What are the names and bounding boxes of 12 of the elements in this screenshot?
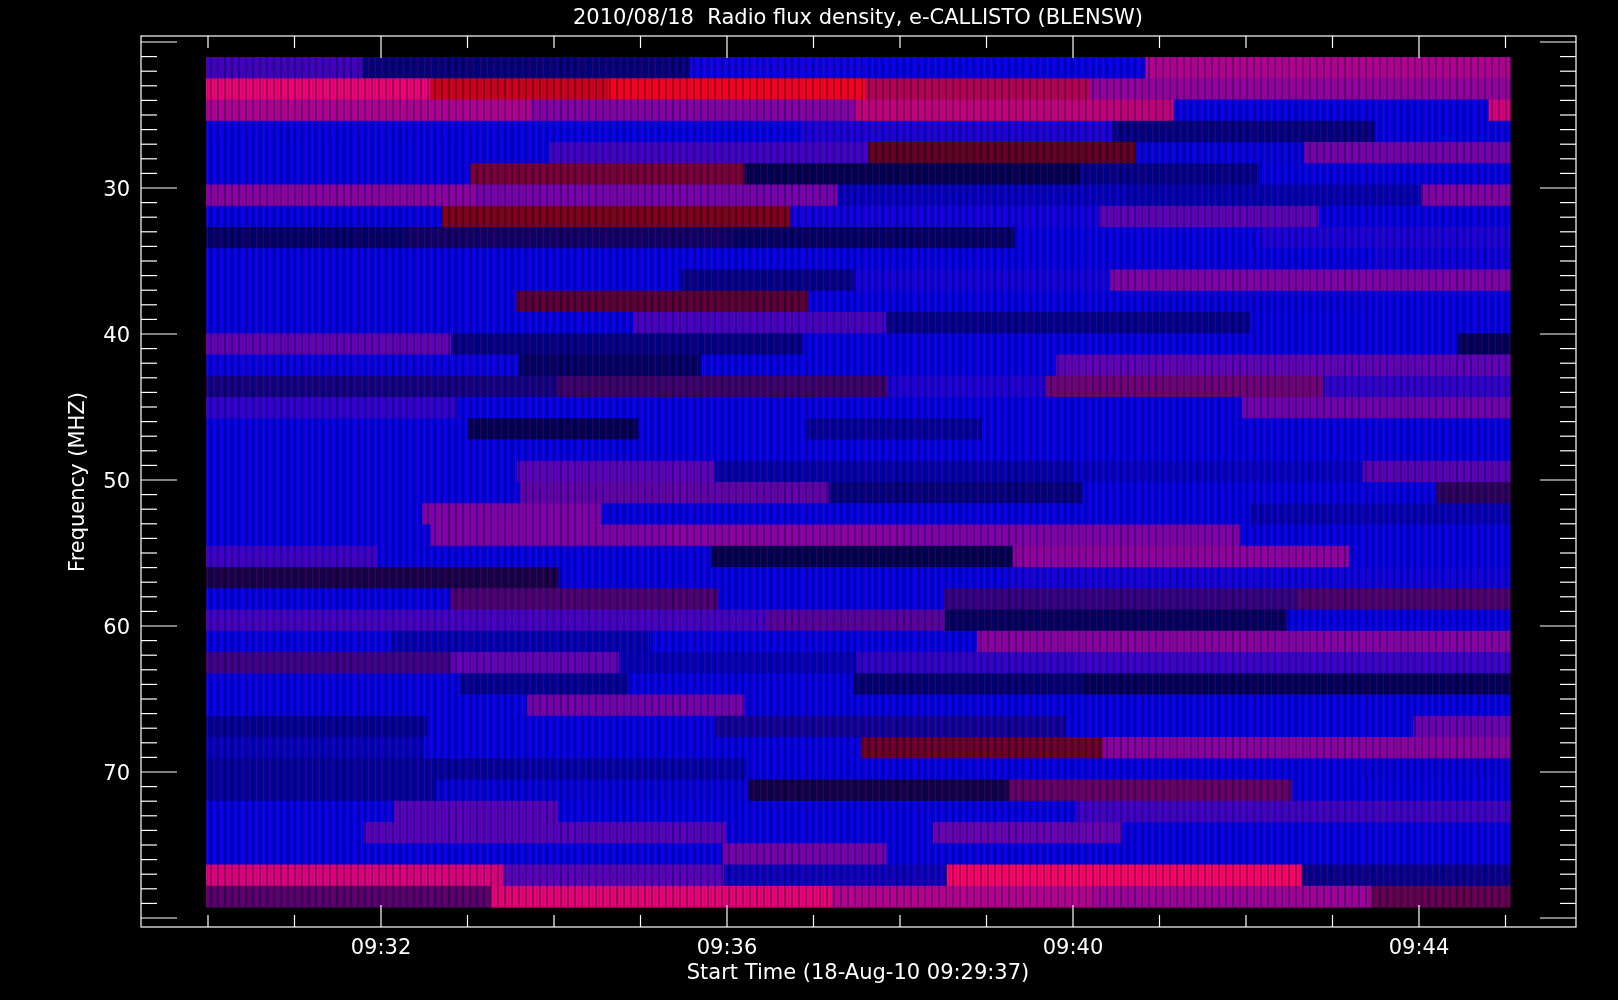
- y-tick-label: 60: [103, 615, 130, 639]
- x-tick-label: 09:44: [1388, 935, 1450, 959]
- x-tick-label: 09:36: [696, 935, 758, 959]
- x-tick-label: 09:40: [1042, 935, 1104, 959]
- x-tick-label: 09:32: [350, 935, 412, 959]
- x-axis-label: Start Time (18-Aug-10 09:29:37): [686, 960, 1030, 984]
- plot-title: 2010/08/18 Radio flux density, e-CALLISTO (BLENSW): [572, 5, 1144, 29]
- y-tick-label: 50: [103, 469, 130, 493]
- y-tick-label: 40: [103, 323, 130, 347]
- y-tick-label: 30: [103, 177, 130, 201]
- y-axis-label: Frequency (MHZ): [65, 392, 89, 572]
- y-tick-label: 70: [103, 761, 130, 785]
